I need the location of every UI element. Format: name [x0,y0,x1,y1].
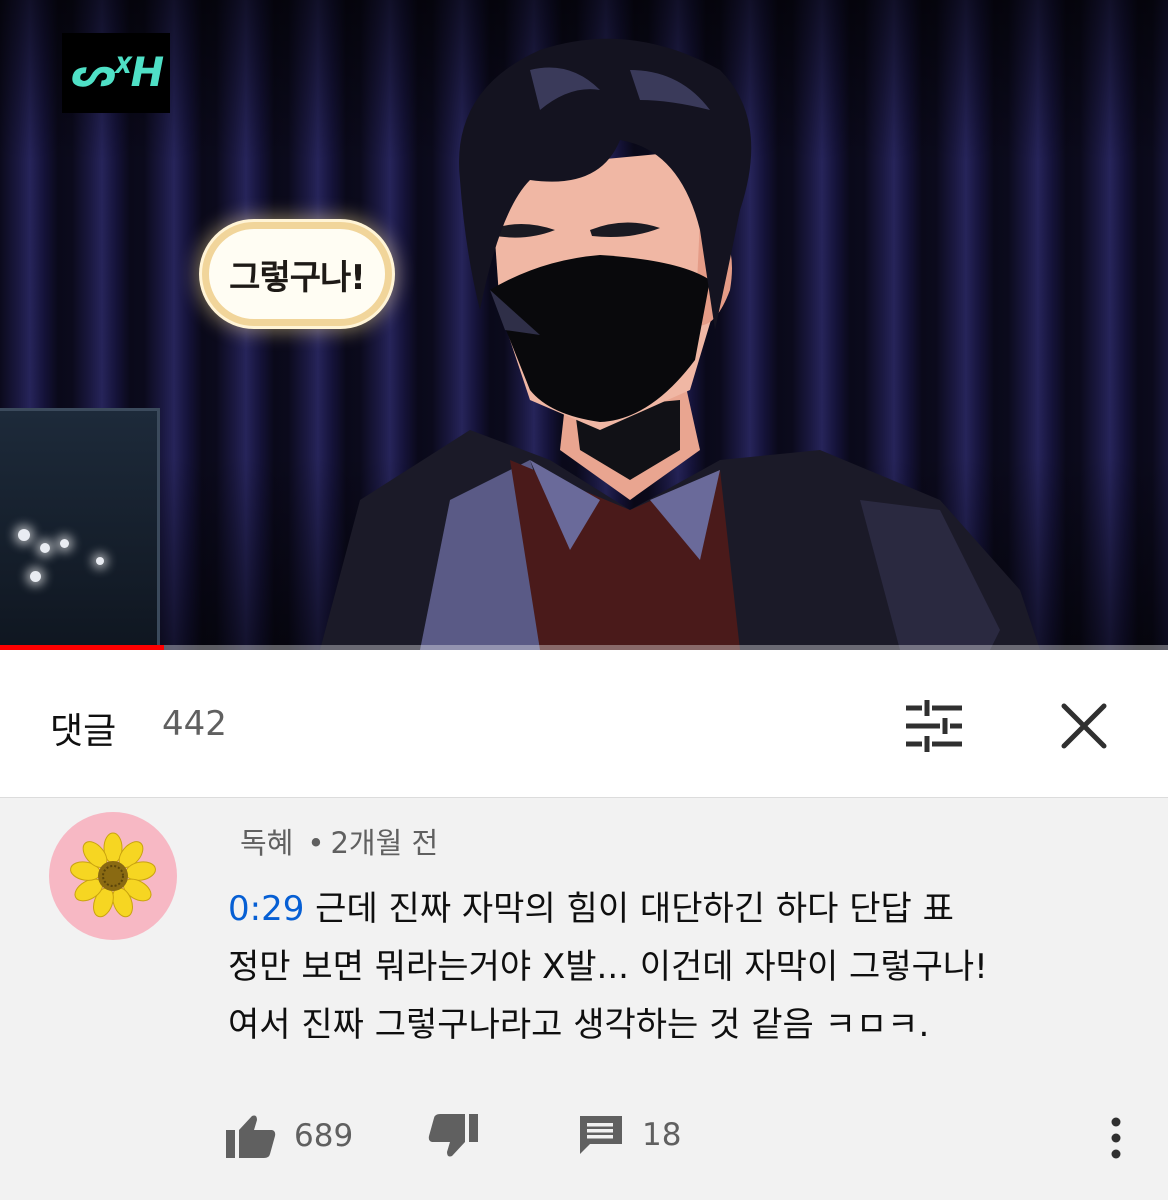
reply-button[interactable]: 18 [578,1114,681,1156]
thumb-up-icon [226,1115,276,1158]
sunflower-icon [70,832,156,918]
comment-age[interactable]: 2개월 전 [330,826,438,860]
channel-logo: ᔕᕽᕼ [62,33,170,113]
comment-author[interactable]: 독혜 [240,826,293,860]
comment-item: 독혜 • 2개월 전 0:29 근데 진짜 자막의 힘이 대단하긴 하다 단답 표 … [0,798,1168,1200]
masked-figure-illustration [320,38,1040,650]
timestamp-link[interactable]: 0:29 [228,889,304,929]
sort-button[interactable] [902,696,966,756]
more-options-button[interactable] [1100,1114,1132,1162]
comment-line-2: 정만 보면 뭐라는거야 X발... 이건데 자막이 그렇구나! [228,947,988,987]
avatar[interactable] [49,812,177,940]
sort-icon [906,700,962,752]
reply-comment-icon [580,1116,622,1154]
more-vertical-icon [1111,1117,1121,1159]
comments-title: 댓글 [50,711,117,752]
like-button[interactable]: 689 [226,1114,353,1158]
like-count: 689 [294,1118,354,1154]
stage-equipment [0,408,160,650]
comments-header: 댓글 442 [0,650,1168,798]
comments-count: 442 [162,704,227,744]
comment-author-line: 독혜 • 2개월 전 [240,820,438,862]
close-button[interactable] [1054,696,1114,756]
comment-line-3: 여서 진짜 그렇구나라고 생각하는 것 같음 ㅋㅁㅋ. [228,1005,930,1045]
video-player[interactable]: ᔕᕽᕼ 그렇구나! [0,0,1168,650]
comment-text: 0:29 근데 진짜 자막의 힘이 대단하긴 하다 단답 표 정만 보면 뭐라는… [228,880,1118,1054]
close-icon [1061,703,1107,749]
meta-separator: • [307,826,325,860]
dislike-button[interactable] [428,1114,478,1158]
comment-actions: 689 18 [0,1108,1168,1168]
thumb-down-icon [428,1114,478,1157]
reply-count: 18 [642,1117,682,1153]
comment-line-1: 0:29 근데 진짜 자막의 힘이 대단하긴 하다 단답 표 [228,889,954,929]
